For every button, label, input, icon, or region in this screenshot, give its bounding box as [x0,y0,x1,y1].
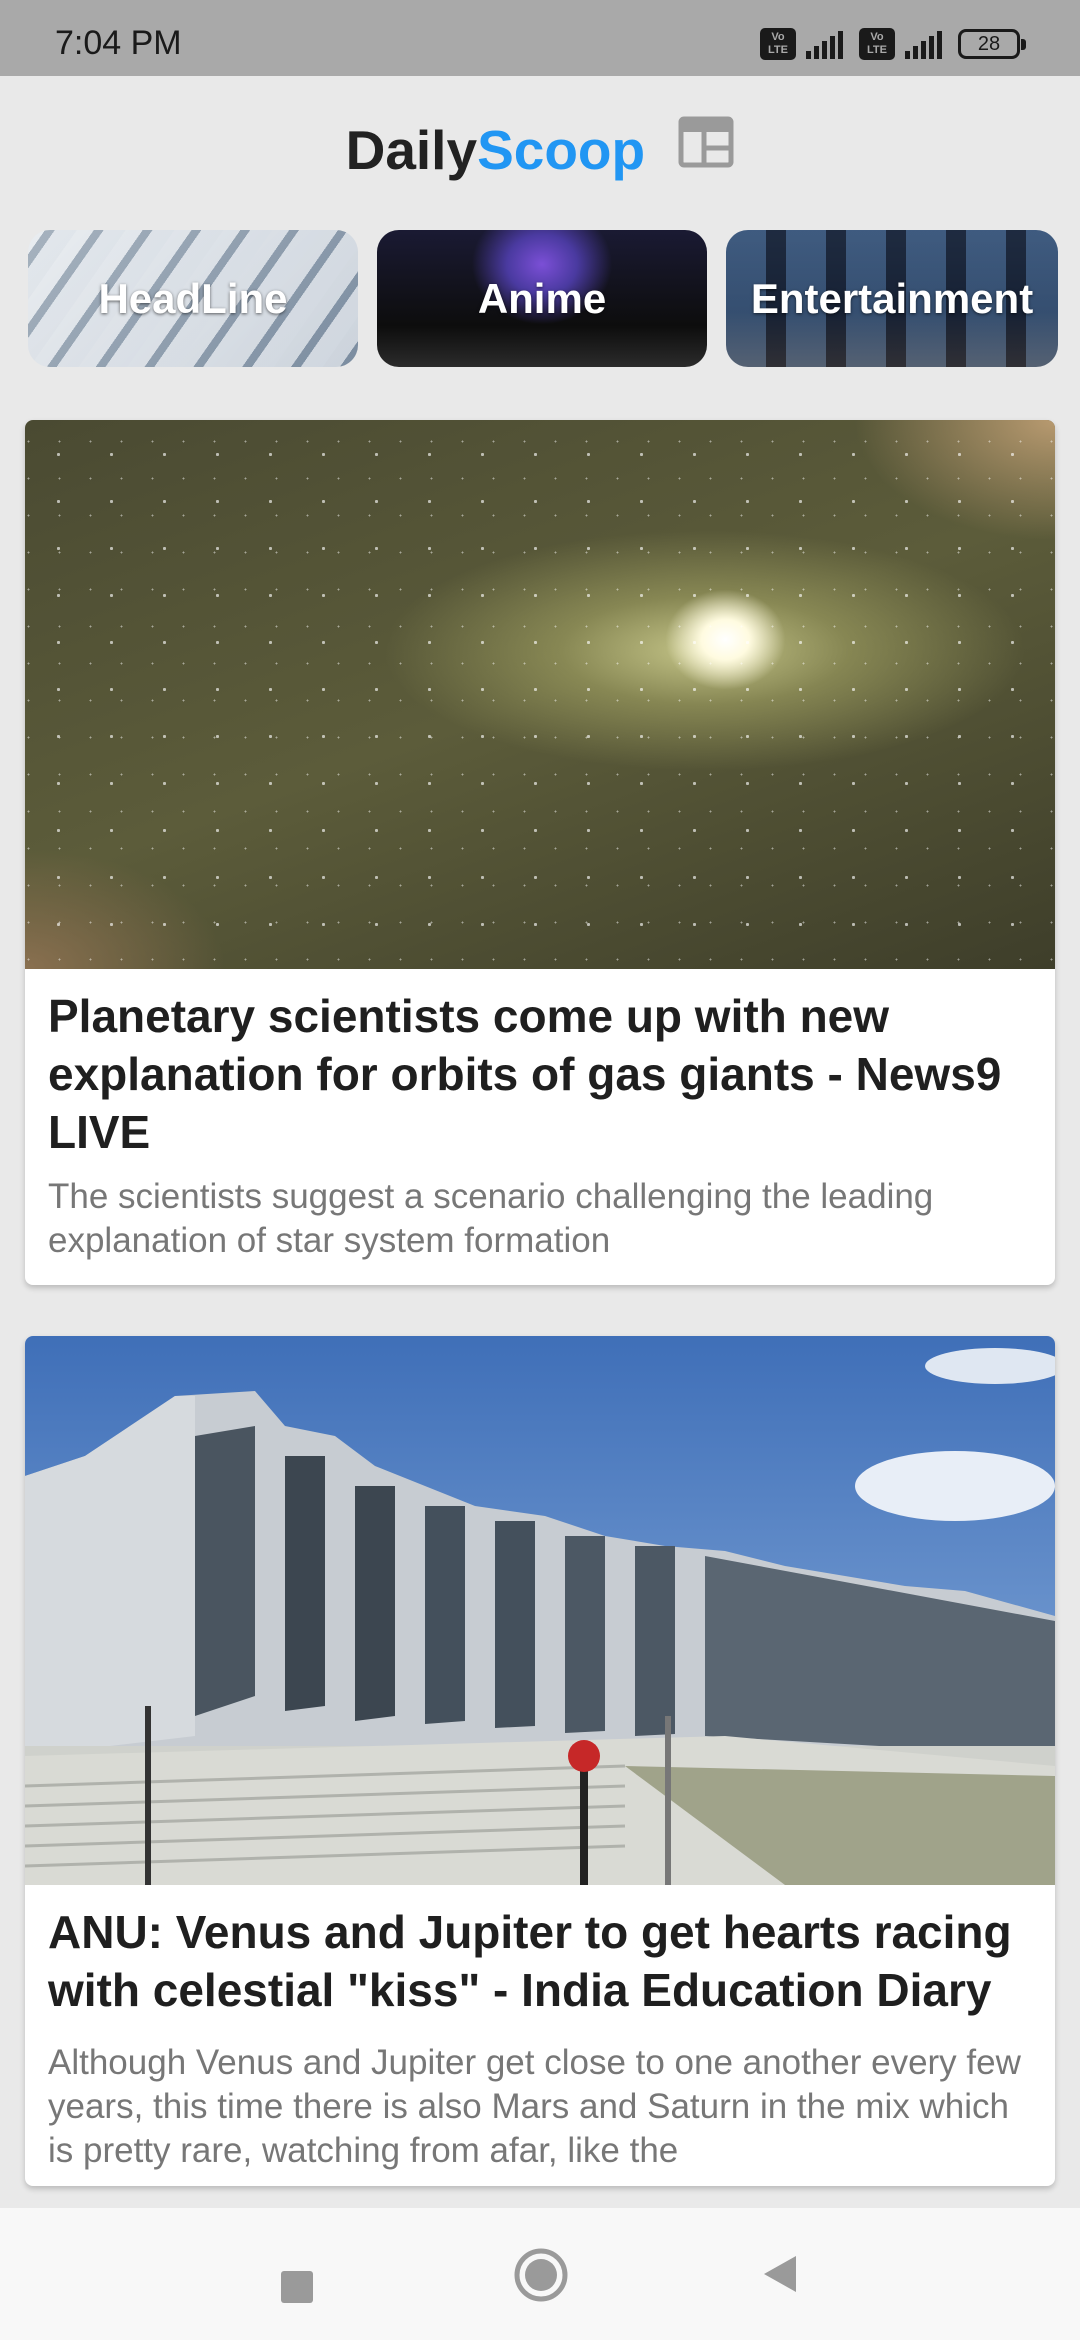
article-description: Although Venus and Jupiter get close to … [48,2043,1021,2170]
status-bar: 7:04 PM Vo LTE Vo LTE 28 [0,0,1080,76]
category-label: Entertainment [750,274,1034,322]
app-title: DailyScoop [0,116,1080,187]
article-image [25,1336,1055,1885]
volte-icon: Vo LTE [760,28,796,60]
article-title: Planetary scientists come up with new ex… [48,990,1002,1158]
article-text: ANU: Venus and Jupiter to get hearts rac… [25,1885,1055,2173]
newspaper-icon [678,116,734,181]
battery-icon: 28 [958,29,1026,59]
category-entertainment[interactable]: Entertainment [726,230,1058,367]
signal-icon [806,29,843,59]
app-title-daily: Daily [345,119,478,181]
category-label: Anime [477,274,607,322]
square-icon[interactable] [280,2270,314,2309]
stars-pattern [25,420,1055,969]
article-title: ANU: Venus and Jupiter to get hearts rac… [48,1906,1012,2016]
article-card[interactable]: ANU: Venus and Jupiter to get hearts rac… [25,1336,1055,2186]
app-title-scoop: Scoop [477,119,646,181]
status-time: 7:04 PM [55,24,182,62]
signal-icon [905,29,942,59]
article-image [25,420,1055,969]
triangle-back-icon[interactable] [762,2254,798,2299]
category-list: HeadLine Anime Entertainment [28,230,1058,367]
category-headline[interactable]: HeadLine [28,230,358,367]
circle-icon[interactable] [514,2248,568,2307]
article-card[interactable]: Planetary scientists come up with new ex… [25,420,1055,1285]
category-label: HeadLine [98,274,288,322]
article-text: Planetary scientists come up with new ex… [25,969,1055,1263]
article-description: The scientists suggest a scenario challe… [48,1177,934,1260]
status-icons: Vo LTE Vo LTE 28 [760,28,1026,60]
volte-icon: Vo LTE [859,28,895,60]
category-anime[interactable]: Anime [377,230,707,367]
